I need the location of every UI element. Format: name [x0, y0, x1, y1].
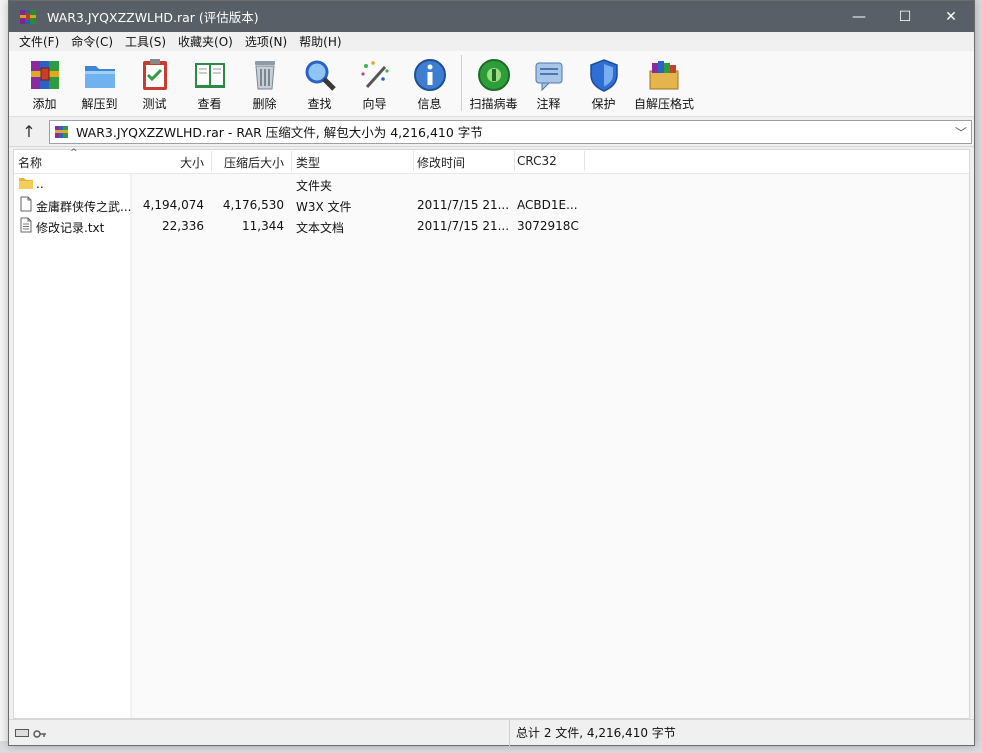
sfx-label: 自解压格式 [633, 97, 694, 111]
view-label: 查看 [197, 97, 222, 111]
protect-button[interactable]: 保护 [576, 51, 631, 115]
maximize-button[interactable]: ☐ [882, 1, 928, 32]
add-label: 添加 [32, 97, 57, 111]
sort-ascending-icon: ^ [70, 148, 78, 158]
info-icon [412, 57, 448, 93]
path-field[interactable]: WAR3.JYQXZZWLHD.rar - RAR 压缩文件, 解包大小为 4,… [49, 119, 972, 144]
key-icon[interactable] [33, 728, 47, 738]
file-size: 4,194,074 [142, 198, 204, 212]
archive-path: WAR3.JYQXZZWLHD.rar - RAR 压缩文件, 解包大小为 4,… [76, 125, 483, 140]
drive-icon[interactable] [15, 728, 29, 737]
chevron-down-icon[interactable]: ﹀ [955, 124, 967, 141]
comment-button[interactable]: 注释 [521, 51, 576, 115]
column-header-row: 名称 ^ 大小 压缩后大小 类型 修改时间 CRC32 [14, 148, 969, 174]
view-button[interactable]: 查看 [182, 51, 237, 115]
file-icon [18, 196, 34, 212]
self-extract-icon [646, 57, 682, 93]
extract-to-label: 解压到 [81, 97, 118, 111]
list-item[interactable]: 修改记录.txt 22,336 11,344 文本文档 2011/7/15 21… [14, 216, 969, 237]
folder-icon [18, 175, 34, 191]
menu-commands[interactable]: 命令(C) [65, 33, 119, 50]
file-size: 22,336 [162, 219, 204, 233]
winrar-window: WAR3.JYQXZZWLHD.rar (评估版本) — ☐ ✕ 文件(F) 命… [8, 0, 975, 746]
list-background [14, 174, 130, 718]
address-bar: ↑ WAR3.JYQXZZWLHD.rar - RAR 压缩文件, 解包大小为 … [9, 117, 974, 147]
add-archive-icon [27, 57, 63, 93]
find-label: 查找 [307, 97, 332, 111]
list-item[interactable]: 金庸群侠传之武... 4,194,074 4,176,530 W3X 文件 20… [14, 195, 969, 216]
file-type: 文件夹 [296, 179, 333, 193]
find-button[interactable]: 查找 [292, 51, 347, 115]
extract-to-button[interactable]: 解压到 [72, 51, 127, 115]
file-list[interactable]: 名称 ^ 大小 压缩后大小 类型 修改时间 CRC32 .. 文件夹 金庸群侠传… [13, 148, 970, 719]
background-window-edge [974, 0, 982, 753]
file-packed-size: 11,344 [242, 219, 284, 233]
column-header-size[interactable]: 大小 [130, 151, 212, 171]
status-bar: 总计 2 文件, 4,216,410 字节 [9, 719, 974, 746]
file-type: 文本文档 [296, 221, 345, 235]
menu-tools[interactable]: 工具(S) [119, 33, 172, 50]
comment-label: 注释 [536, 97, 561, 111]
menu-bar: 文件(F) 命令(C) 工具(S) 收藏夹(O) 选项(N) 帮助(H) [9, 32, 974, 51]
protect-label: 保护 [591, 97, 616, 111]
file-name: .. [36, 177, 44, 191]
trash-can-icon [247, 57, 283, 93]
file-packed-size: 4,176,530 [222, 198, 284, 212]
folder-extract-icon [82, 57, 118, 93]
test-label: 测试 [142, 97, 167, 111]
list-item[interactable]: .. 文件夹 [14, 174, 969, 195]
column-header-packed[interactable]: 压缩后大小 [220, 151, 292, 171]
file-crc: ACBD1E... [517, 198, 578, 212]
sfx-button[interactable]: 自解压格式 [631, 51, 697, 115]
column-header-name[interactable]: 名称 ^ [18, 148, 128, 171]
magnifier-icon [302, 57, 338, 93]
status-summary: 总计 2 文件, 4,216,410 字节 [509, 719, 974, 746]
menu-file[interactable]: 文件(F) [13, 33, 65, 50]
delete-label: 删除 [252, 97, 277, 111]
virus-scan-label: 扫描病毒 [469, 97, 518, 111]
menu-help[interactable]: 帮助(H) [293, 33, 347, 50]
title-bar[interactable]: WAR3.JYQXZZWLHD.rar (评估版本) — ☐ ✕ [9, 1, 974, 32]
add-button[interactable]: 添加 [17, 51, 72, 115]
virus-scan-button[interactable]: 扫描病毒 [466, 51, 521, 115]
toolbar-separator [461, 55, 462, 111]
list-column-divider [130, 174, 132, 718]
file-type: W3X 文件 [296, 200, 352, 214]
status-icons [9, 720, 509, 746]
rar-file-icon [54, 125, 70, 139]
menu-favorites[interactable]: 收藏夹(O) [172, 33, 239, 50]
close-button[interactable]: ✕ [928, 1, 974, 32]
file-modified: 2011/7/15 21... [417, 198, 510, 212]
toolbar: 添加 解压到 测试 查看 删除 查找 向导 信息 扫描病毒 注释 保护 自解压格… [9, 51, 974, 117]
column-header-modified[interactable]: 修改时间 [417, 151, 515, 171]
virus-scan-icon [476, 57, 512, 93]
test-button[interactable]: 测试 [127, 51, 182, 115]
delete-button[interactable]: 删除 [237, 51, 292, 115]
book-icon [192, 57, 228, 93]
column-header-type[interactable]: 类型 [296, 151, 414, 171]
comment-icon [531, 57, 567, 93]
wizard-button[interactable]: 向导 [347, 51, 402, 115]
minimize-button[interactable]: — [836, 1, 882, 32]
wizard-label: 向导 [362, 97, 387, 111]
file-crc: 3072918C [517, 219, 579, 233]
shield-icon [586, 57, 622, 93]
file-name: 修改记录.txt [36, 221, 105, 235]
column-header-crc[interactable]: CRC32 [517, 151, 585, 171]
text-file-icon [18, 217, 34, 233]
winrar-app-icon [19, 8, 39, 26]
up-arrow-icon[interactable]: ↑ [9, 119, 49, 145]
window-title: WAR3.JYQXZZWLHD.rar (评估版本) [47, 10, 259, 25]
info-label: 信息 [417, 97, 442, 111]
file-modified: 2011/7/15 21... [417, 219, 510, 233]
menu-options[interactable]: 选项(N) [239, 33, 293, 50]
column-name-label: 名称 [18, 156, 43, 170]
magic-wand-icon [357, 57, 393, 93]
list-background-right [132, 174, 969, 718]
checklist-icon [137, 57, 173, 93]
info-button[interactable]: 信息 [402, 51, 457, 115]
file-name: 金庸群侠传之武... [36, 200, 132, 214]
